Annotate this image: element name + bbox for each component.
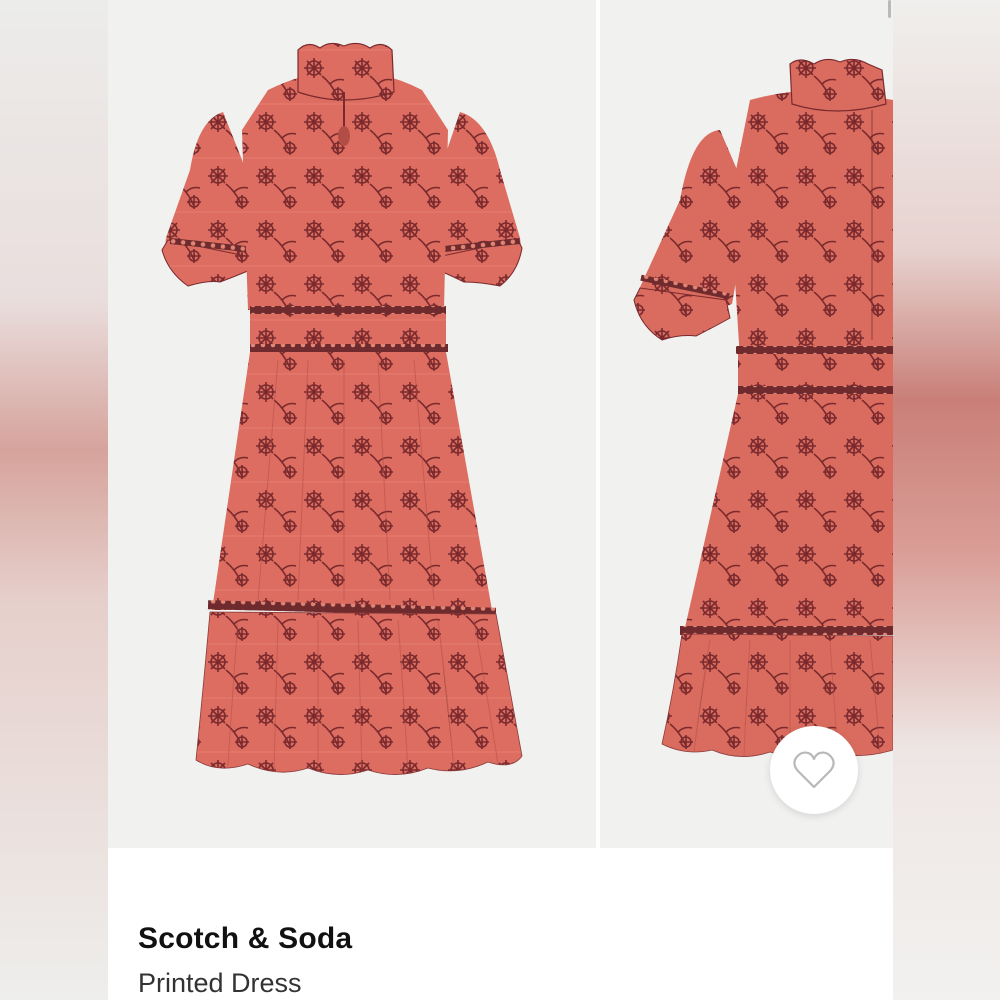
blurred-background-right [893, 0, 1000, 1000]
dress-front-photo[interactable] [108, 0, 596, 848]
product-info: Scotch & Soda Printed Dress [108, 848, 893, 1000]
favorite-button[interactable] [770, 726, 858, 814]
dress-front-illustration [161, 42, 523, 775]
image-gallery[interactable] [108, 0, 893, 848]
brand-name[interactable]: Scotch & Soda [138, 922, 352, 956]
heart-outline-icon [793, 751, 835, 789]
product-name[interactable]: Printed Dress [138, 968, 302, 999]
dress-back-photo[interactable] [600, 0, 893, 848]
dress-back-illustration [633, 58, 893, 758]
product-card[interactable]: Scotch & Soda Printed Dress [108, 0, 893, 1000]
scroll-indicator[interactable] [888, 0, 891, 18]
blurred-background-left [0, 0, 108, 1000]
